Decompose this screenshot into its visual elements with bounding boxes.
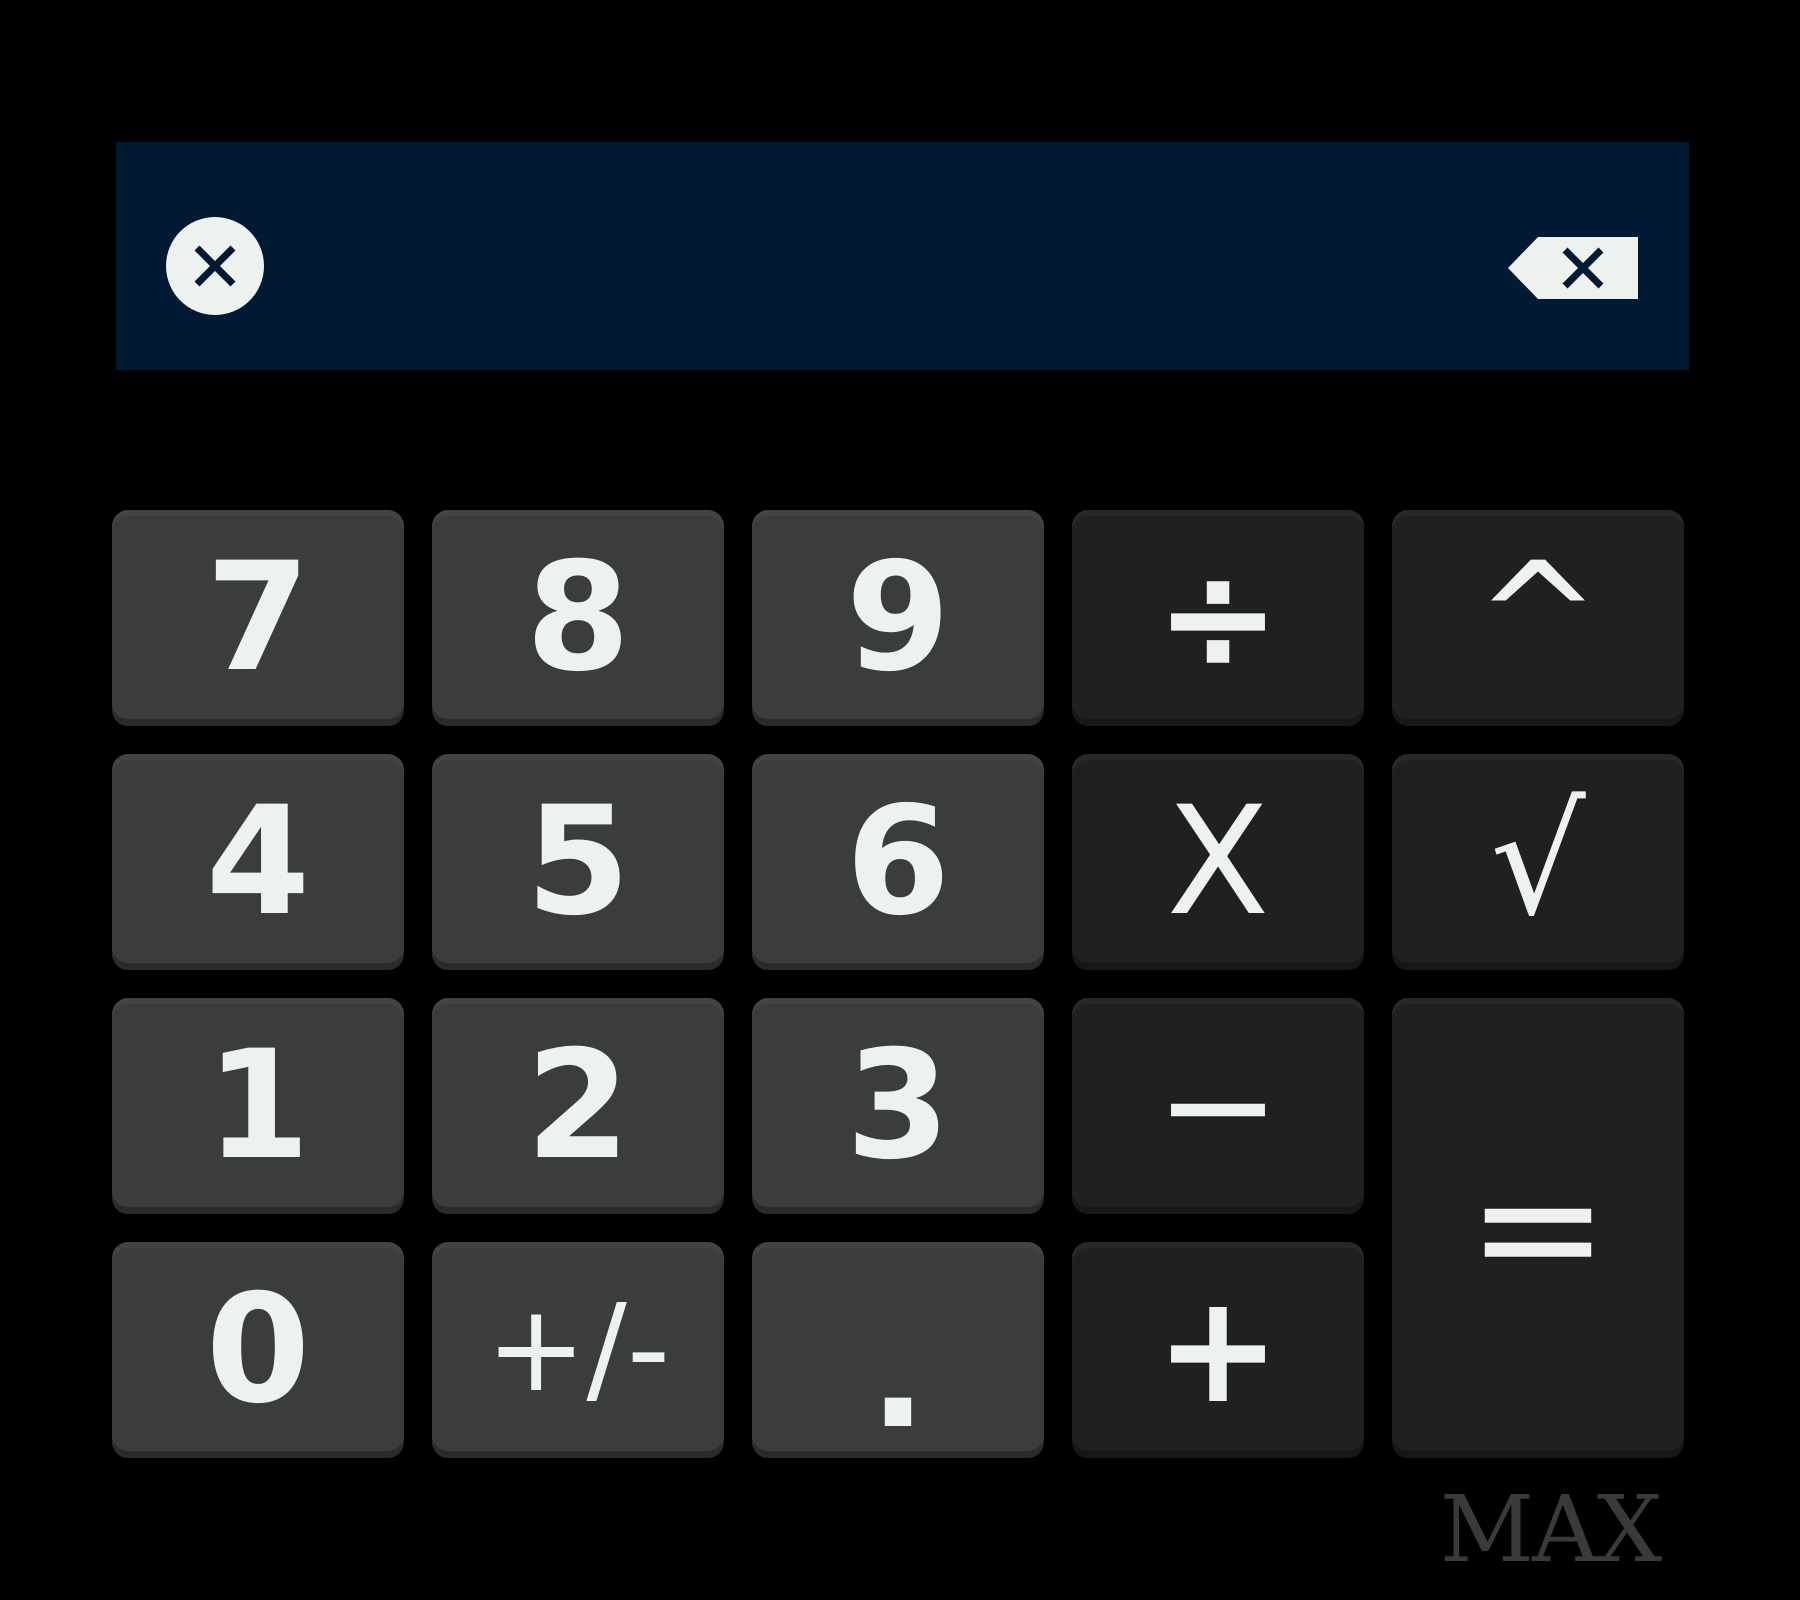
keypad: 7 8 9 ÷ ^ 4 5 6 X √ 1 2 3 − = 0 +/- . +	[112, 510, 1685, 1458]
plus-minus-button[interactable]: +/-	[432, 1242, 724, 1458]
key-1[interactable]: 1	[112, 998, 404, 1214]
add-button[interactable]: +	[1072, 1242, 1364, 1458]
key-3[interactable]: 3	[752, 998, 1044, 1214]
clear-all-button[interactable]	[166, 217, 264, 315]
subtract-button[interactable]: −	[1072, 998, 1364, 1214]
decimal-button[interactable]: .	[752, 1242, 1044, 1458]
brand-logo: MAX	[1439, 1476, 1662, 1583]
key-9[interactable]: 9	[752, 510, 1044, 726]
key-7[interactable]: 7	[112, 510, 404, 726]
divide-button[interactable]: ÷	[1072, 510, 1364, 726]
display-value	[316, 202, 1489, 312]
backspace-button[interactable]	[1508, 237, 1638, 299]
key-2[interactable]: 2	[432, 998, 724, 1214]
key-6[interactable]: 6	[752, 754, 1044, 970]
key-0[interactable]: 0	[112, 1242, 404, 1458]
square-root-button[interactable]: √	[1392, 754, 1684, 970]
backspace-icon	[1508, 237, 1638, 299]
clear-circle-icon	[194, 245, 236, 287]
key-8[interactable]: 8	[432, 510, 724, 726]
power-button[interactable]: ^	[1392, 510, 1684, 726]
key-4[interactable]: 4	[112, 754, 404, 970]
equals-button[interactable]: =	[1392, 998, 1684, 1458]
calculator-display	[116, 142, 1689, 370]
multiply-button[interactable]: X	[1072, 754, 1364, 970]
key-5[interactable]: 5	[432, 754, 724, 970]
